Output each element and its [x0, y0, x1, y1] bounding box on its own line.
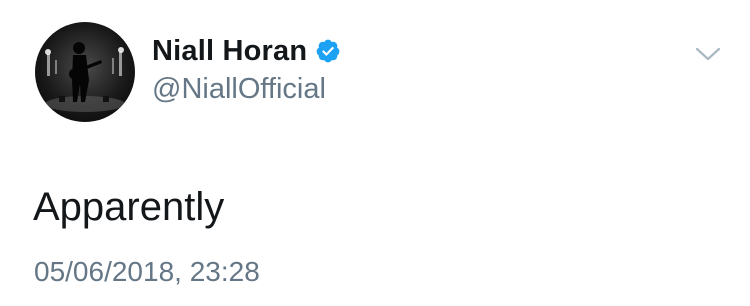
verified-badge-icon — [315, 38, 341, 64]
avatar-concert-guitarist-image — [45, 42, 125, 112]
author-handle[interactable]: @NiallOfficial — [152, 72, 341, 106]
chevron-down-icon[interactable] — [694, 44, 722, 64]
author-identity: Niall Horan @NiallOfficial — [152, 34, 341, 106]
tweet-card: Niall Horan @NiallOfficial Apparently 05… — [0, 0, 750, 306]
tweet-text: Apparently — [33, 185, 225, 229]
author-avatar[interactable] — [35, 22, 135, 122]
name-row: Niall Horan — [152, 34, 341, 68]
author-display-name[interactable]: Niall Horan — [152, 34, 307, 68]
tweet-timestamp[interactable]: 05/06/2018, 23:28 — [34, 255, 260, 289]
